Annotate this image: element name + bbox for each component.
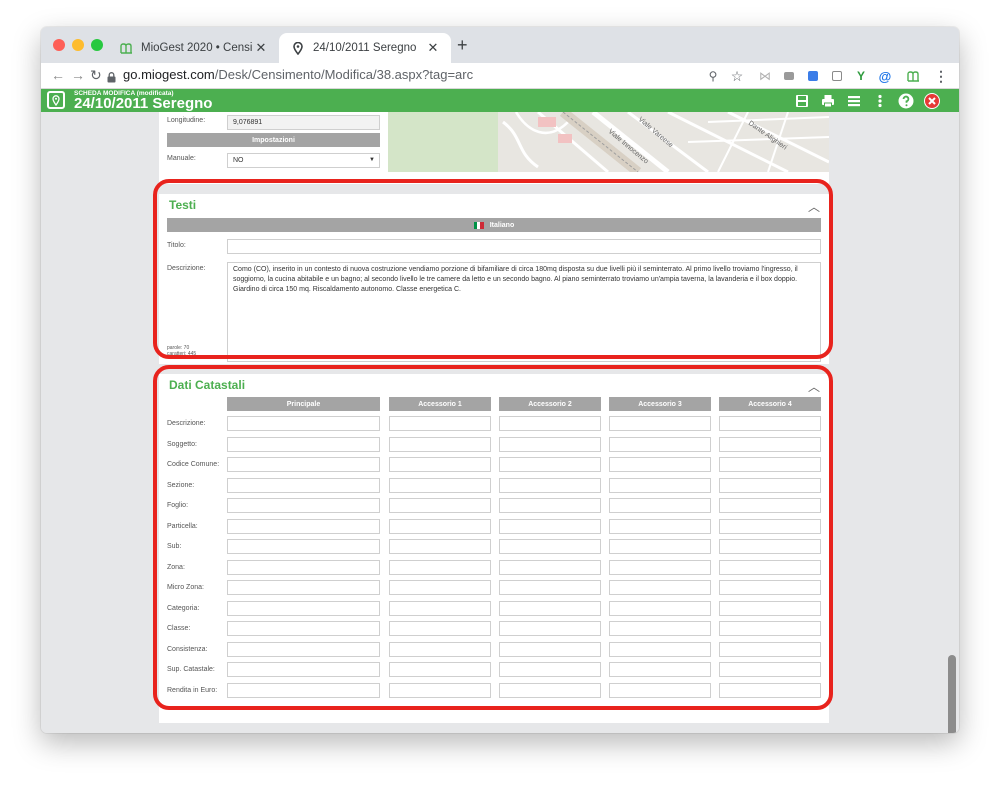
- close-window-icon[interactable]: [53, 39, 65, 51]
- bookmark-star-icon[interactable]: ☆: [729, 68, 745, 84]
- tab-close-icon[interactable]: ✕: [253, 40, 269, 56]
- tab-miogest[interactable]: MioGest 2020 • Censimento ✕: [107, 33, 279, 63]
- highlight-box: [153, 179, 833, 359]
- location-card: Longitudine: 9,076891 Impostazioni Manua…: [159, 112, 829, 184]
- print-icon: [822, 95, 834, 108]
- miogest-logo-icon: [119, 41, 133, 55]
- miogest-logo-icon[interactable]: [905, 68, 921, 84]
- extension-icon[interactable]: [829, 68, 845, 84]
- url-path: /Desk/Censimento/Modifica/38.aspx?tag=ar…: [214, 67, 474, 82]
- tab-bar: MioGest 2020 • Censimento ✕ 24/10/2011 S…: [41, 27, 959, 63]
- help-icon: [898, 93, 914, 109]
- help-button[interactable]: [897, 92, 915, 110]
- tab-close-icon[interactable]: ✕: [425, 40, 441, 56]
- maximize-window-icon[interactable]: [91, 39, 103, 51]
- address-bar[interactable]: go.miogest.com/Desk/Censimento/Modifica/…: [123, 67, 473, 83]
- map[interactable]: Viale Innocenzo Viale Vareese Dante Alig…: [388, 112, 829, 172]
- tab-title: MioGest 2020 • Censimento: [141, 42, 253, 54]
- minimize-window-icon[interactable]: [72, 39, 84, 51]
- at-icon[interactable]: @: [877, 68, 893, 84]
- extension-icon[interactable]: [805, 68, 821, 84]
- extension-icon[interactable]: ⋈: [757, 68, 773, 84]
- browser-toolbar: ← → ↻ go.miogest.com/Desk/Censimento/Mod…: [41, 63, 959, 89]
- forward-icon[interactable]: →: [71, 67, 85, 83]
- save-icon: [796, 95, 808, 107]
- save-button[interactable]: [793, 92, 811, 110]
- url-host: go.miogest.com: [123, 67, 215, 82]
- lock-icon: [107, 70, 116, 88]
- map-streets: Viale Innocenzo Viale Vareese Dante Alig…: [388, 112, 829, 172]
- extension-icon[interactable]: [781, 68, 797, 84]
- browser-menu-icon[interactable]: ⋮: [933, 68, 949, 84]
- location-pin-icon: [291, 41, 305, 55]
- app-header: SCHEDA MODIFICA (modificata) 24/10/2011 …: [41, 89, 959, 112]
- close-button[interactable]: [923, 92, 941, 110]
- more-icon: [878, 94, 882, 108]
- page-title: 24/10/2011 Seregno: [74, 95, 213, 112]
- reload-icon[interactable]: ↻: [90, 67, 102, 83]
- tab-title: 24/10/2011 Seregno: [313, 42, 417, 54]
- settings-header: Impostazioni: [167, 133, 380, 147]
- menu-button[interactable]: [845, 92, 863, 110]
- location-pin-icon: [47, 91, 65, 109]
- more-button[interactable]: [871, 92, 889, 110]
- manual-select[interactable]: NO ▼: [227, 153, 380, 168]
- menu-icon: [848, 96, 860, 107]
- back-icon[interactable]: ←: [51, 67, 65, 83]
- new-tab-icon[interactable]: +: [457, 36, 468, 54]
- manual-label: Manuale:: [167, 155, 196, 162]
- chevron-down-icon: ▼: [369, 157, 375, 163]
- tab-seregno[interactable]: 24/10/2011 Seregno ✕: [279, 33, 451, 63]
- highlight-box: [153, 365, 833, 710]
- manual-value: NO: [233, 157, 244, 164]
- scrollbar[interactable]: [948, 655, 956, 733]
- longitude-label: Longitudine:: [167, 117, 206, 124]
- close-icon: [924, 93, 940, 109]
- longitude-field[interactable]: 9,076891: [227, 115, 380, 130]
- browser-window: MioGest 2020 • Censimento ✕ 24/10/2011 S…: [41, 27, 959, 733]
- print-button[interactable]: [819, 92, 837, 110]
- zoom-icon[interactable]: ⚲: [705, 68, 721, 84]
- extension-icon[interactable]: Y: [853, 68, 869, 84]
